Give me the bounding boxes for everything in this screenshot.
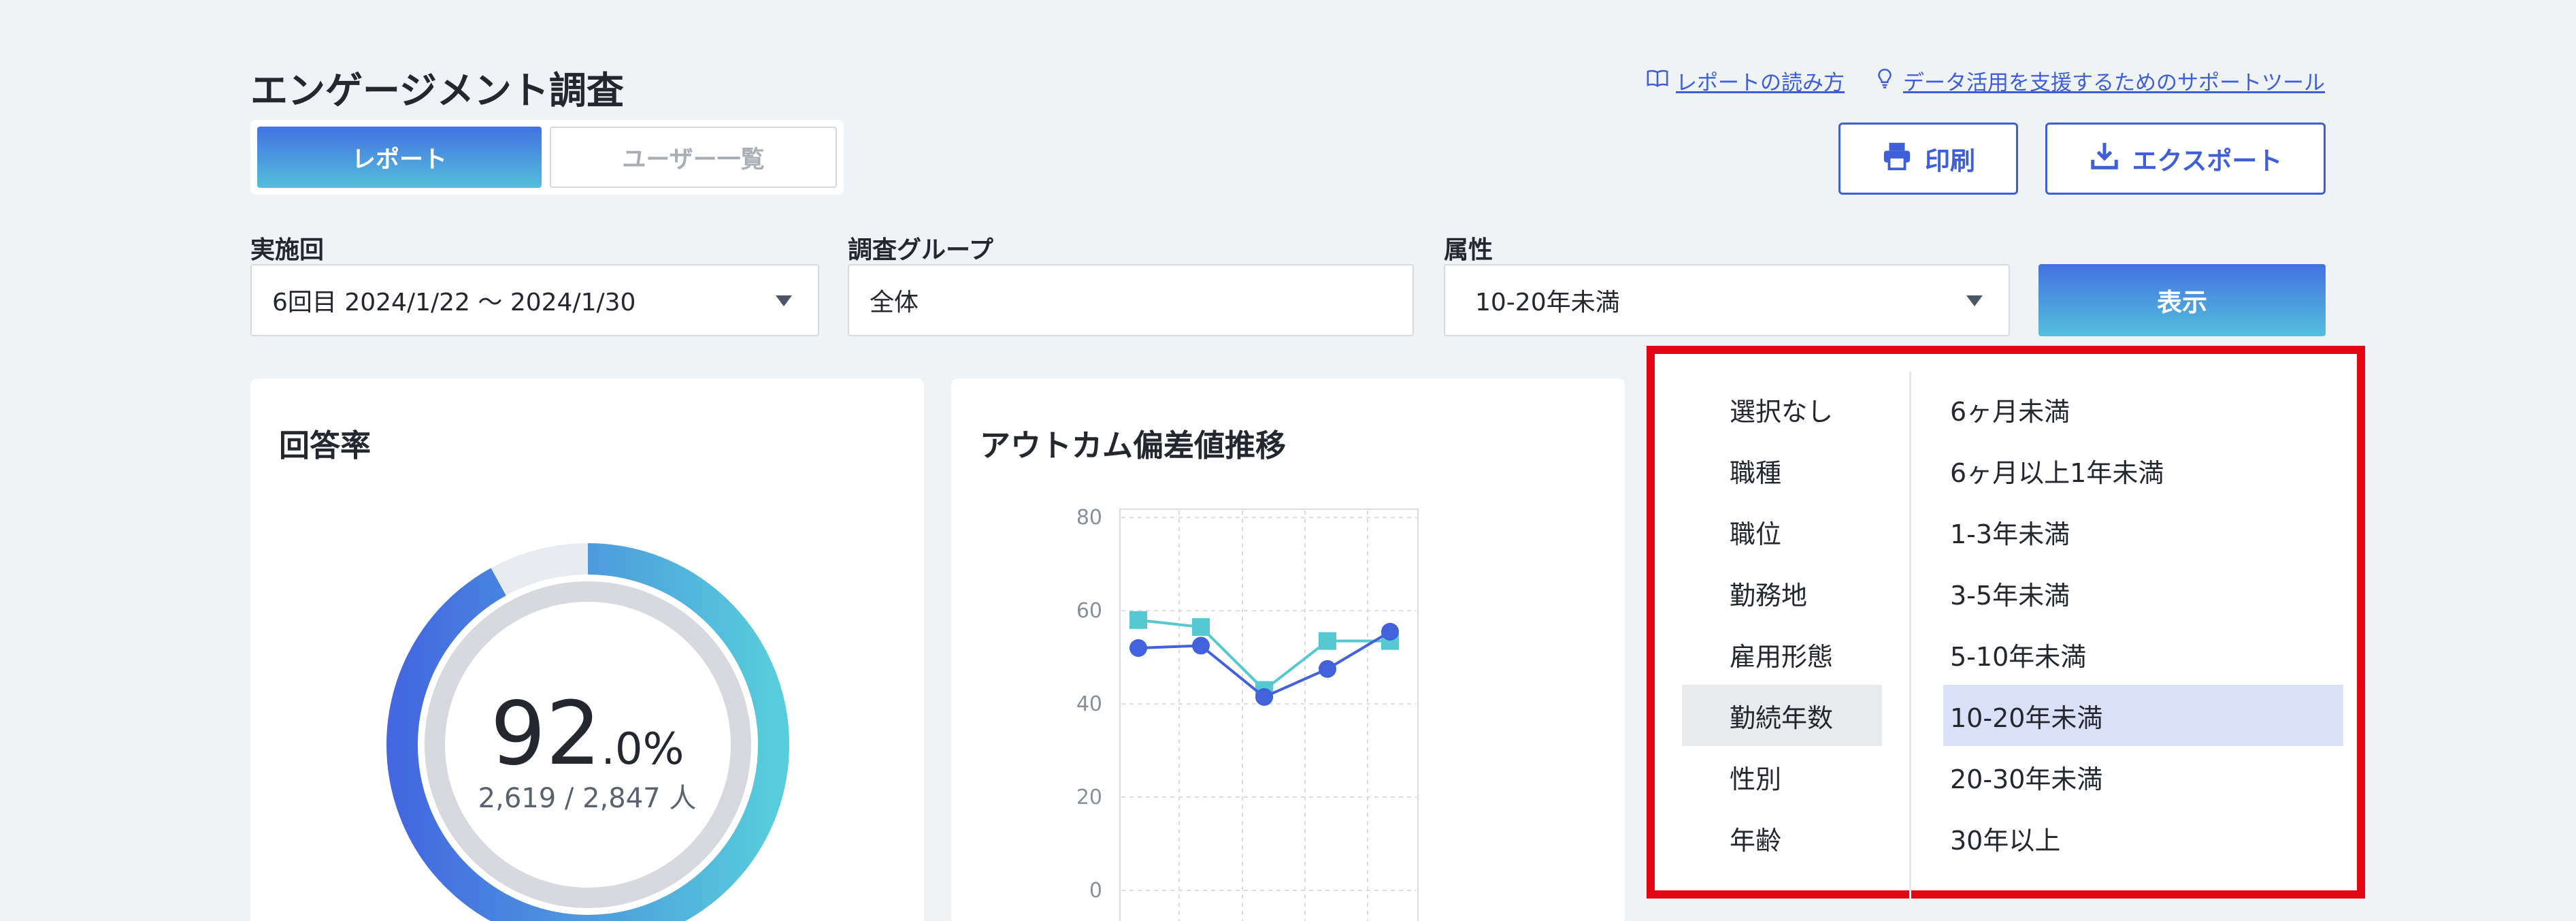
attribute-option-item[interactable]: 20-30年未満 (1943, 746, 2343, 807)
print-button[interactable]: 印刷 (1838, 123, 2018, 195)
group-field[interactable]: 全体 (848, 264, 1414, 336)
y-tick-label: 20 (1076, 786, 1102, 809)
attribute-category-item[interactable]: 勤続年数 (1682, 685, 1882, 746)
attribute-select[interactable]: 10-20年未満 (1444, 264, 2010, 336)
round-select[interactable]: 6回目 2024/1/22 〜 2024/1/30 (250, 264, 819, 336)
y-tick-label: 80 (1076, 506, 1102, 530)
attribute-category-item[interactable]: 年齢 (1682, 807, 1882, 869)
printer-icon (1881, 140, 1913, 178)
attribute-category-item[interactable]: 性別 (1682, 746, 1882, 807)
chevron-down-icon (776, 295, 792, 306)
attribute-select-value: 10-20年未満 (1475, 289, 1620, 317)
dropdown-divider (1909, 372, 1911, 900)
report-guide-link-label: レポートの読み方 (1676, 71, 1845, 95)
series-point-circle (1381, 622, 1399, 641)
attribute-category-item[interactable]: 職位 (1682, 501, 1882, 562)
response-rate-title: 回答率 (279, 427, 371, 464)
chevron-down-icon (1966, 295, 1983, 306)
y-tick-label: 0 (1089, 879, 1102, 903)
support-tool-link[interactable]: データ活用を支援するためのサポートツール (1873, 65, 2325, 96)
series-point-circle (1129, 639, 1147, 657)
y-tick-label: 60 (1076, 599, 1102, 623)
show-button[interactable]: 表示 (2038, 264, 2326, 336)
attribute-category-item[interactable]: 雇用形態 (1682, 624, 1882, 685)
response-count: 2,619 / 2,847 人 (478, 783, 697, 814)
attribute-option-item[interactable]: 1-3年未満 (1943, 501, 2343, 562)
series-point-circle (1319, 660, 1336, 678)
response-rate-card: 回答率 92.0% 2,619 / 2,847 人 (250, 378, 924, 921)
series-point-square (1319, 632, 1336, 650)
attribute-option-item[interactable]: 6ヶ月未満 (1943, 378, 2343, 440)
chart-plot-frame (1119, 508, 1419, 921)
round-select-value: 6回目 2024/1/22 〜 2024/1/30 (272, 289, 636, 317)
attribute-category-list: 選択なし 職種 職位 勤務地 雇用形態 勤続年数 性別 年齢 (1682, 378, 1882, 869)
round-label: 実施回 (250, 236, 325, 264)
attribute-dropdown-menu: 選択なし 職種 職位 勤務地 雇用形態 勤続年数 性別 年齢 6ヶ月未満 6ヶ月以上1年未満 1-… (1647, 346, 2365, 900)
attribute-option-list: 6ヶ月未満 6ヶ月以上1年未満 1-3年未満 3-5年未満 5-10年未満 10-20年未… (1943, 378, 2343, 869)
response-rate-percent-dec: .0% (601, 724, 684, 775)
page-title: エンゲージメント調査 (250, 69, 624, 112)
attribute-category-item[interactable]: 勤務地 (1682, 562, 1882, 624)
y-tick-label: 40 (1076, 692, 1102, 716)
lightbulb-icon (1873, 67, 1896, 95)
outcome-trend-card: アウトカム偏差値推移 0 20 40 60 80 (951, 378, 1625, 921)
book-icon (1646, 67, 1669, 95)
download-icon (2089, 140, 2120, 178)
attribute-option-item[interactable]: 30年以上 (1943, 807, 2343, 869)
print-button-label: 印刷 (1925, 146, 1975, 176)
group-label: 調査グループ (848, 236, 993, 264)
series-point-square (1129, 611, 1147, 629)
attribute-option-item[interactable]: 3-5年未満 (1943, 562, 2343, 624)
help-links: レポートの読み方 データ活用を支援するためのサポートツール (1646, 65, 2325, 96)
attribute-option-item[interactable]: 10-20年未満 (1943, 685, 2343, 746)
tab-report[interactable]: レポート (257, 127, 542, 188)
report-guide-link[interactable]: レポートの読み方 (1646, 65, 1845, 96)
export-button-label: エクスポート (2132, 146, 2283, 176)
series-point-circle (1255, 688, 1273, 706)
group-field-value: 全体 (870, 289, 919, 317)
series-point-circle (1192, 636, 1210, 655)
response-rate-percent-int: 92 (490, 683, 601, 785)
attribute-option-item[interactable]: 6ヶ月以上1年未満 (1943, 440, 2343, 501)
response-rate-percent: 92.0% (250, 683, 924, 785)
outcome-trend-chart: 0 20 40 60 80 (1076, 506, 1419, 921)
attribute-category-item[interactable]: 職種 (1682, 440, 1882, 501)
attribute-category-item[interactable]: 選択なし (1682, 378, 1882, 440)
series-point-square (1192, 618, 1210, 636)
support-tool-link-label: データ活用を支援するためのサポートツール (1903, 71, 2325, 95)
attribute-option-item[interactable]: 5-10年未満 (1943, 624, 2343, 685)
export-button[interactable]: エクスポート (2045, 123, 2326, 195)
attribute-label: 属性 (1444, 236, 1493, 264)
view-tabs: レポート ユーザー一覧 (250, 120, 844, 195)
tab-user-list[interactable]: ユーザー一覧 (550, 127, 837, 188)
